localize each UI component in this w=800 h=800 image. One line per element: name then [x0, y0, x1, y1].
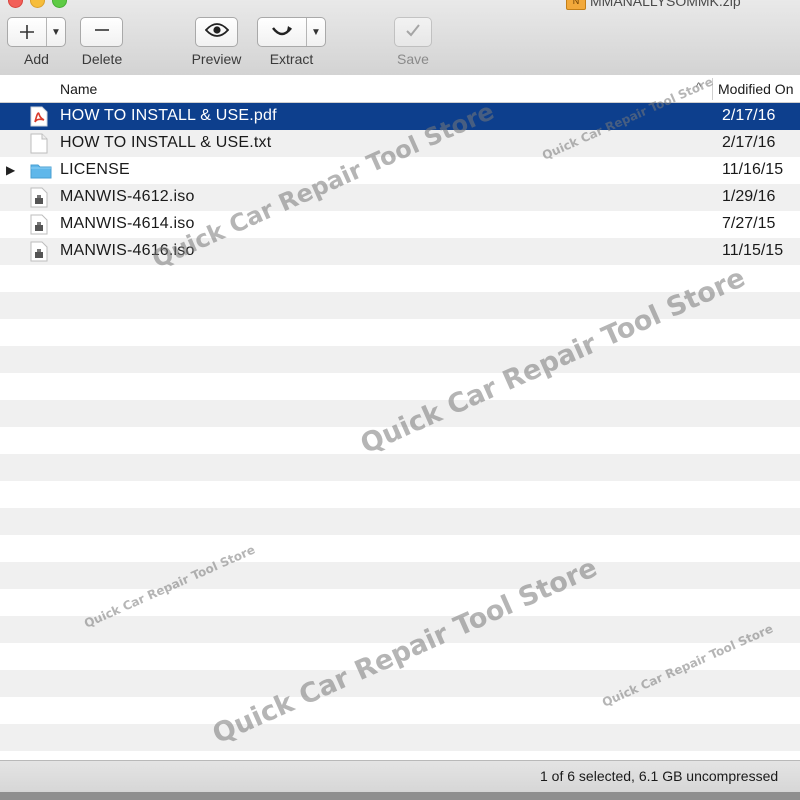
eye-icon	[204, 22, 229, 43]
disk-image-icon	[30, 187, 48, 208]
close-window-button[interactable]	[8, 0, 23, 8]
file-row[interactable]: HOW TO INSTALL & USE.pdf 2/17/16	[0, 103, 800, 130]
extract-button[interactable]: ▼	[257, 17, 326, 47]
text-file-icon	[30, 133, 48, 154]
file-list[interactable]: HOW TO INSTALL & USE.pdf 2/17/16 HOW TO …	[0, 103, 800, 760]
file-name: HOW TO INSTALL & USE.txt	[60, 134, 272, 151]
minus-icon	[94, 22, 110, 43]
name-column-header[interactable]: Name	[60, 81, 97, 97]
plus-icon[interactable]	[8, 18, 46, 46]
file-row[interactable]: MANWIS-4614.iso 7/27/15	[0, 211, 800, 238]
file-row[interactable]: MANWIS-4612.iso 1/29/16	[0, 184, 800, 211]
extract-label: Extract	[269, 51, 314, 67]
column-divider[interactable]	[712, 78, 713, 100]
sort-ascending-icon[interactable]: ^	[696, 81, 701, 93]
selection-status: 1 of 6 selected, 6.1 GB uncompressed	[540, 768, 779, 784]
folder-icon	[30, 162, 52, 183]
file-name: LICENSE	[60, 161, 130, 178]
file-modified-date: 11/16/15	[722, 161, 784, 178]
save-label: Save	[397, 51, 429, 67]
file-modified-date: 2/17/16	[722, 134, 776, 151]
zoom-window-button[interactable]	[52, 0, 67, 8]
pdf-file-icon	[30, 106, 48, 127]
extract-dropdown-chevron-icon[interactable]: ▼	[306, 18, 325, 46]
column-header-bar: Name ^ Modified On	[0, 75, 800, 103]
file-modified-date: 2/17/16	[722, 107, 776, 124]
toolbar: N MMANALLYSOMMK.zip ▼ Add Delete Preview	[0, 0, 800, 76]
delete-label: Delete	[81, 51, 123, 67]
modified-column-header[interactable]: Modified On	[718, 81, 793, 97]
file-row[interactable]: MANWIS-4616.iso 11/15/15	[0, 238, 800, 265]
status-bar: 1 of 6 selected, 6.1 GB uncompressed	[0, 760, 800, 793]
file-row[interactable]: HOW TO INSTALL & USE.txt 2/17/16	[0, 130, 800, 157]
disclosure-triangle-icon[interactable]: ▶	[6, 163, 15, 177]
file-row[interactable]: ▶ LICENSE 11/16/15	[0, 157, 800, 184]
file-modified-date: 11/15/15	[722, 242, 784, 259]
file-name: MANWIS-4614.iso	[60, 215, 195, 232]
minimize-window-button[interactable]	[30, 0, 45, 8]
save-button[interactable]	[394, 17, 432, 47]
window-bottom-edge	[0, 792, 800, 800]
file-modified-date: 1/29/16	[722, 188, 776, 205]
add-label: Add	[24, 51, 49, 67]
file-name: MANWIS-4612.iso	[60, 188, 195, 205]
file-name: HOW TO INSTALL & USE.pdf	[60, 107, 277, 124]
add-dropdown-chevron-icon[interactable]: ▼	[46, 18, 65, 46]
extract-arrow-icon[interactable]	[258, 18, 306, 46]
preview-label: Preview	[191, 51, 242, 67]
window-title: MMANALLYSOMMK.zip	[590, 0, 741, 9]
disk-image-icon	[30, 241, 48, 262]
checkmark-icon	[405, 22, 421, 43]
zip-archive-icon: N	[566, 0, 586, 10]
file-name: MANWIS-4616.iso	[60, 242, 195, 259]
file-modified-date: 7/27/15	[722, 215, 776, 232]
add-button[interactable]: ▼	[7, 17, 66, 47]
preview-button[interactable]	[195, 17, 238, 47]
delete-button[interactable]	[80, 17, 123, 47]
disk-image-icon	[30, 214, 48, 235]
